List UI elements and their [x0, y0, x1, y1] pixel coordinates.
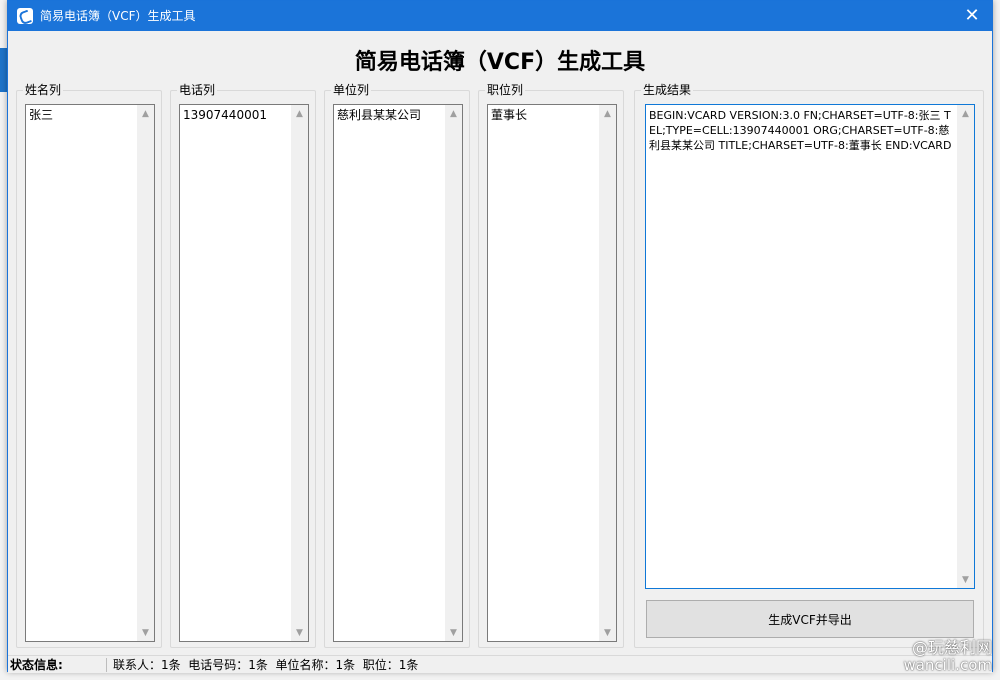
group-result: 生成结果 BEGIN:VCARD VERSION:3.0 FN;CHARSET=…	[634, 82, 984, 648]
generate-vcf-button[interactable]: 生成VCF并导出	[646, 600, 974, 638]
close-icon[interactable]: ✕	[952, 1, 992, 31]
position-column-textarea[interactable]: 董事长 ▲ ▼	[487, 104, 617, 642]
scroll-down-icon[interactable]: ▼	[291, 624, 308, 641]
status-divider	[106, 658, 107, 672]
group-name-column: 姓名列 张三 ▲ ▼	[16, 82, 162, 648]
scroll-up-icon[interactable]: ▲	[445, 105, 462, 122]
result-scrollbar[interactable]: ▲ ▼	[957, 105, 974, 588]
status-text: 联系人：1条 电话号码：1条 单位名称：1条 职位：1条	[113, 658, 419, 672]
phone-column-label: 电话列	[177, 82, 218, 98]
result-textarea[interactable]: BEGIN:VCARD VERSION:3.0 FN;CHARSET=UTF-8…	[645, 104, 975, 589]
name-column-textarea[interactable]: 张三 ▲ ▼	[25, 104, 155, 642]
phone-column-value: 13907440001	[183, 108, 267, 122]
phone-column-textarea[interactable]: 13907440001 ▲ ▼	[179, 104, 309, 642]
phone-app-icon	[17, 8, 33, 24]
watermark-line1: @玩慈利网	[911, 638, 992, 657]
result-label: 生成结果	[641, 82, 694, 98]
scroll-down-icon[interactable]: ▼	[137, 624, 154, 641]
phone-column-scrollbar[interactable]: ▲ ▼	[291, 105, 308, 641]
position-column-value: 董事长	[491, 108, 528, 122]
company-column-value: 慈利县某某公司	[337, 108, 422, 122]
group-phone-column: 电话列 13907440001 ▲ ▼	[170, 82, 316, 648]
scroll-down-icon[interactable]: ▼	[599, 624, 616, 641]
group-position-column: 职位列 董事长 ▲ ▼	[478, 82, 624, 648]
name-column-label: 姓名列	[23, 82, 64, 98]
window-title: 简易电话簿（VCF）生成工具	[40, 9, 196, 23]
company-column-textarea[interactable]: 慈利县某某公司 ▲ ▼	[333, 104, 463, 642]
company-column-scrollbar[interactable]: ▲ ▼	[445, 105, 462, 641]
page-title: 简易电话簿（VCF）生成工具	[354, 50, 646, 75]
watermark: @玩慈利网 wancili.com	[882, 639, 992, 674]
group-company-column: 单位列 慈利县某某公司 ▲ ▼	[324, 82, 470, 648]
position-column-scrollbar[interactable]: ▲ ▼	[599, 105, 616, 641]
name-column-scrollbar[interactable]: ▲ ▼	[137, 105, 154, 641]
vcf-tool-window: 简易电话簿（VCF）生成工具 ✕ 简易电话簿（VCF）生成工具 姓名列 张三 ▲…	[7, 0, 993, 673]
scroll-up-icon[interactable]: ▲	[599, 105, 616, 122]
position-column-label: 职位列	[485, 82, 526, 98]
title-bar: 简易电话簿（VCF）生成工具 ✕	[8, 1, 992, 31]
status-bar: 状态信息: 联系人：1条 电话号码：1条 单位名称：1条 职位：1条	[8, 655, 992, 673]
name-column-value: 张三	[29, 108, 54, 122]
company-column-label: 单位列	[331, 82, 372, 98]
scroll-up-icon[interactable]: ▲	[957, 105, 974, 122]
scroll-up-icon[interactable]: ▲	[137, 105, 154, 122]
scroll-down-icon[interactable]: ▼	[445, 624, 462, 641]
result-value: BEGIN:VCARD VERSION:3.0 FN;CHARSET=UTF-8…	[649, 109, 952, 152]
scroll-down-icon[interactable]: ▼	[957, 571, 974, 588]
watermark-line2: wancili.com	[903, 656, 992, 674]
scroll-up-icon[interactable]: ▲	[291, 105, 308, 122]
status-label: 状态信息:	[10, 658, 63, 672]
